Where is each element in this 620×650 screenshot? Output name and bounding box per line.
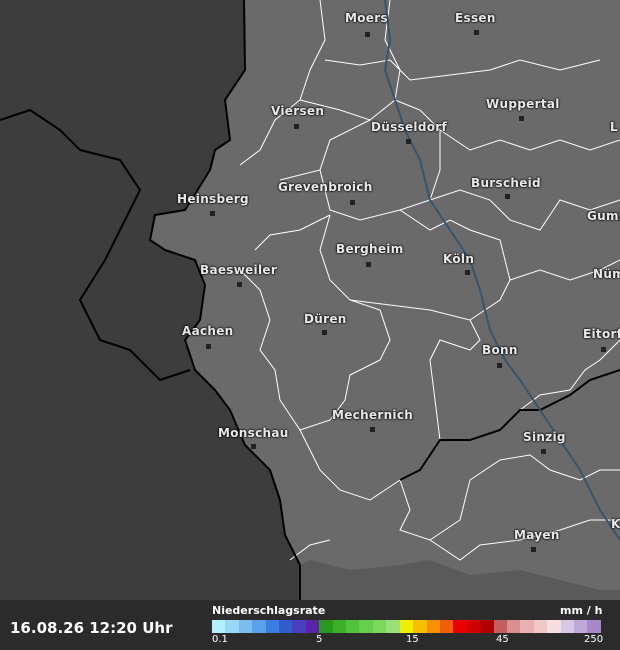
precipitation-color-scale [212, 620, 601, 633]
city-label: Gumm [587, 209, 620, 223]
legend-color-swatch [305, 620, 320, 633]
city-marker [531, 547, 536, 552]
legend-color-swatch [587, 620, 601, 633]
city-marker [541, 449, 546, 454]
legend-title: Niederschlagsrate [212, 604, 326, 617]
timestamp-label: 16.08.26 12:20 Uhr [10, 619, 173, 637]
city-label: Aachen [182, 324, 234, 338]
radar-map-view[interactable]: Moers Essen Viersen Düsseldorf Wuppertal L Hei… [0, 0, 620, 650]
legend-tick: 45 [496, 634, 509, 645]
city-label: Sinzig [523, 430, 566, 444]
legend-color-swatch [265, 620, 280, 633]
city-label: Essen [455, 11, 496, 25]
city-marker [370, 427, 375, 432]
legend-color-swatch [413, 620, 427, 633]
legend-color-swatch [547, 620, 561, 633]
legend-color-swatch [252, 620, 266, 633]
city-marker [365, 32, 370, 37]
city-label: Bonn [482, 343, 518, 357]
city-label: Mayen [514, 528, 560, 542]
legend-tick: 15 [406, 634, 419, 645]
city-marker [237, 282, 242, 287]
city-marker [322, 330, 327, 335]
legend-unit: mm / h [560, 604, 603, 617]
legend-color-swatch [426, 620, 440, 633]
legend-color-swatch [386, 620, 400, 633]
legend-color-swatch [359, 620, 373, 633]
legend-color-swatch [533, 620, 548, 633]
legend-color-swatch [238, 620, 253, 633]
legend-tick: 250 [584, 634, 604, 645]
legend-color-swatch [453, 620, 467, 633]
city-label: Baesweiler [200, 263, 278, 277]
legend-tick: 0.1 [212, 634, 228, 645]
city-label: Düren [304, 312, 347, 326]
city-label: Wuppertal [486, 97, 560, 111]
legend-color-swatch [399, 620, 414, 633]
city-label: Köln [443, 252, 475, 266]
legend-color-swatch [372, 620, 387, 633]
city-label: Düsseldorf [371, 120, 448, 134]
city-marker [251, 444, 256, 449]
city-label: Viersen [271, 104, 325, 118]
city-marker [474, 30, 479, 35]
city-label: Burscheid [471, 176, 541, 190]
city-marker [366, 262, 371, 267]
city-label: Eitorf [583, 327, 620, 341]
legend-color-swatch [279, 620, 293, 633]
legend-color-swatch [493, 620, 507, 633]
city-marker [519, 116, 524, 121]
legend-color-swatch [506, 620, 521, 633]
city-marker [406, 139, 411, 144]
city-label: K [611, 517, 620, 531]
info-bar: 16.08.26 12:20 Uhr Niederschlagsrate mm … [0, 600, 620, 650]
legend-color-swatch [439, 620, 454, 633]
legend-color-swatch [573, 620, 588, 633]
city-marker [505, 194, 510, 199]
city-marker [294, 124, 299, 129]
legend-color-swatch [520, 620, 534, 633]
city-label: Mechernich [332, 408, 414, 422]
legend-color-swatch [560, 620, 574, 633]
city-label: Moers [345, 11, 388, 25]
legend-color-swatch [292, 620, 306, 633]
legend-color-swatch [332, 620, 347, 633]
city-label: Monschau [218, 426, 289, 440]
legend-color-swatch [212, 620, 226, 633]
legend-color-swatch [225, 620, 239, 633]
city-marker [497, 363, 502, 368]
city-label: L [610, 120, 618, 134]
legend-color-swatch [346, 620, 360, 633]
city-marker [465, 270, 470, 275]
city-marker [210, 211, 215, 216]
city-label: Bergheim [336, 242, 404, 256]
legend-color-swatch [466, 620, 481, 633]
legend-color-swatch [319, 620, 333, 633]
city-label: Grevenbroich [278, 180, 373, 194]
city-label: Nüm [593, 267, 620, 281]
legend-color-swatch [480, 620, 494, 633]
city-marker [601, 347, 606, 352]
city-marker [206, 344, 211, 349]
city-label: Heinsberg [177, 192, 249, 206]
city-marker [350, 200, 355, 205]
legend-tick: 5 [316, 634, 323, 645]
